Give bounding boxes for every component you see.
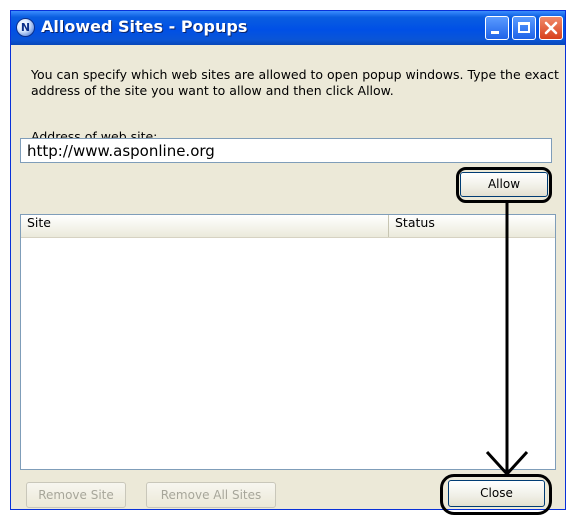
close-button[interactable]: Close [448,480,545,507]
address-input[interactable] [20,138,552,163]
window-title: Allowed Sites - Popups [41,17,248,36]
remove-all-sites-button: Remove All Sites [146,482,276,508]
list-header: Site Status [21,215,555,238]
maximize-button[interactable] [512,16,536,40]
maximize-icon [518,22,530,33]
close-window-button[interactable] [539,16,563,40]
title-bar[interactable]: N Allowed Sites - Popups [11,11,565,45]
close-icon [544,21,558,35]
description-text: You can specify which web sites are allo… [31,67,559,98]
minimize-button[interactable] [485,16,509,40]
sites-list[interactable]: Site Status [20,214,556,470]
minimize-icon [491,31,499,34]
column-header-status[interactable]: Status [389,215,555,237]
app-icon[interactable]: N [16,18,35,37]
column-header-site[interactable]: Site [21,215,389,237]
remove-site-button: Remove Site [26,482,126,508]
allow-button[interactable]: Allow [460,172,548,197]
